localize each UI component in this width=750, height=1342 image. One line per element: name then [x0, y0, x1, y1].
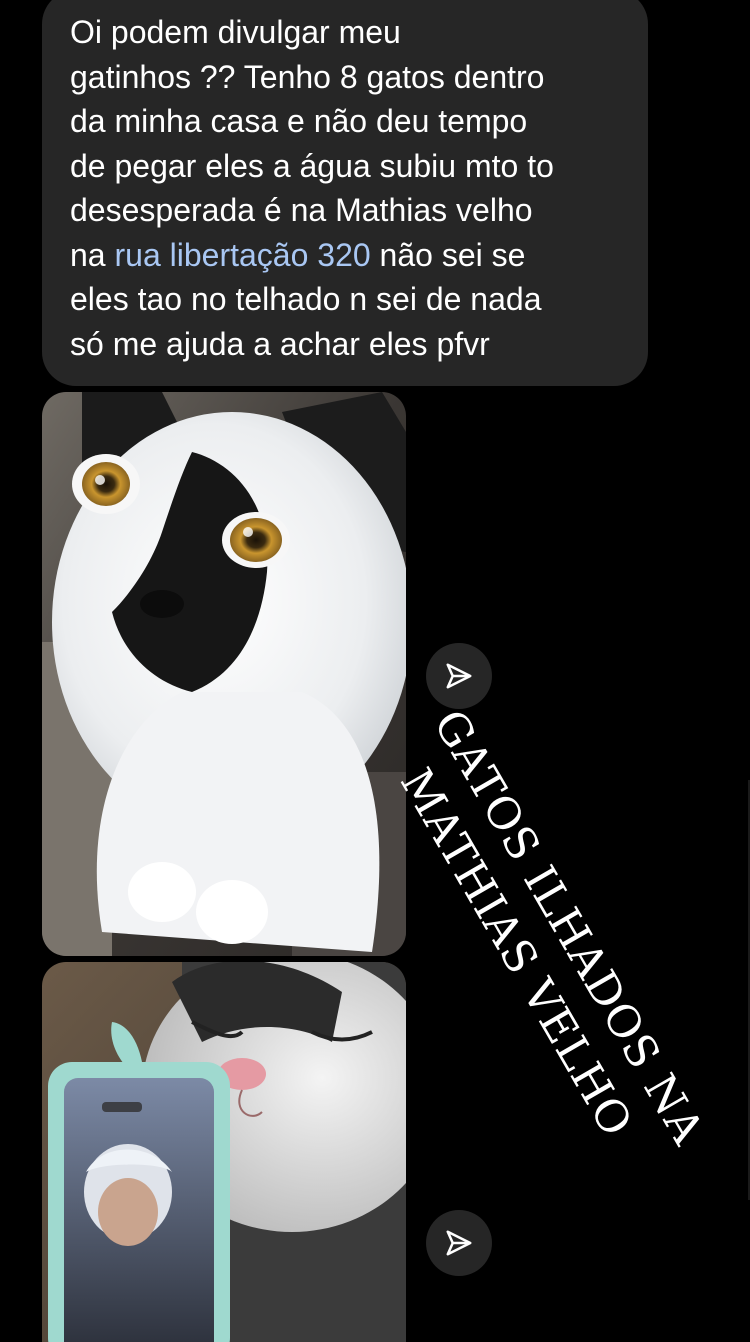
message-line: desesperada é na Mathias velho: [70, 192, 533, 228]
story-text-overlay: GATOS ILHADOS NA MATHIAS VELHO: [370, 700, 717, 1185]
message-bubble[interactable]: Oi podem divulgar meu gatinhos ?? Tenho …: [42, 0, 648, 386]
message-line: Oi podem divulgar meu: [70, 14, 401, 50]
send-arrow-icon: [446, 1230, 472, 1256]
share-button[interactable]: [426, 643, 492, 709]
message-line: eles tao no telhado n sei de nada: [70, 281, 542, 317]
message-line: da minha casa e não deu tempo: [70, 103, 528, 139]
message-line: gatinhos ?? Tenho 8 gatos dentro: [70, 58, 545, 95]
message-line: só me ajuda a achar eles pfvr: [70, 325, 490, 362]
message-text: na: [70, 236, 115, 273]
cat-photo-2[interactable]: [42, 962, 406, 1342]
cat-photo-1[interactable]: [42, 392, 406, 956]
send-arrow-icon: [446, 663, 472, 689]
address-link[interactable]: rua libertação 320: [114, 237, 370, 273]
message-line: de pegar eles a água subiu mto to: [70, 147, 554, 184]
share-button[interactable]: [426, 1210, 492, 1276]
message-text: não sei se: [370, 236, 526, 273]
message-line: na rua libertação 320 não sei se: [70, 233, 624, 278]
